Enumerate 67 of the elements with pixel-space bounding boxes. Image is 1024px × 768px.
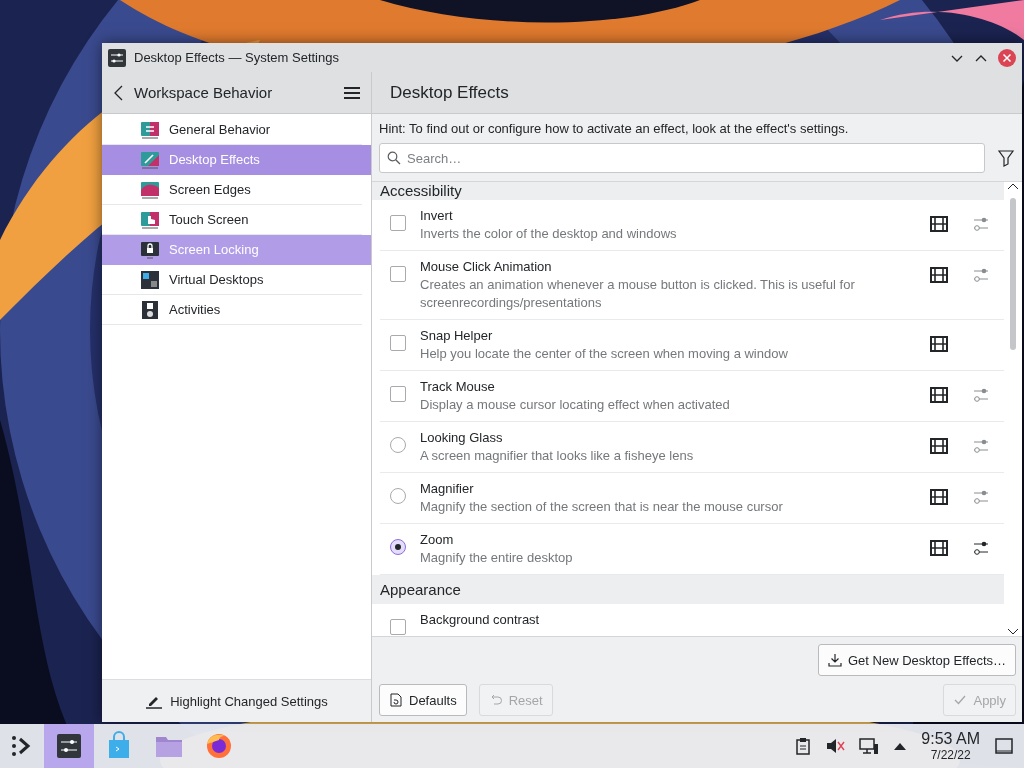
close-button[interactable] [998, 48, 1016, 67]
effect-description: Display a mouse cursor locating effect when activated [420, 396, 731, 414]
video-icon[interactable] [930, 489, 948, 505]
checkbox[interactable] [390, 215, 406, 231]
network-icon[interactable] [859, 737, 880, 755]
sidebar-item[interactable]: Virtual Desktops [102, 265, 362, 295]
effect-name: Looking Glass [420, 429, 504, 447]
menu-button[interactable] [343, 84, 361, 101]
effect-name: Track Mouse [420, 378, 496, 396]
scroll-down-icon[interactable] [1007, 626, 1019, 636]
muted-speaker-icon[interactable] [825, 737, 846, 755]
grid-icon [140, 269, 160, 290]
video-icon[interactable] [930, 336, 948, 352]
checkbox[interactable] [390, 335, 406, 351]
sidebar-title: Workspace Behavior [134, 84, 274, 101]
video-icon[interactable] [930, 267, 948, 283]
section-header: Accessibility [372, 182, 1004, 200]
app-icon [108, 48, 126, 67]
search-icon [387, 151, 401, 165]
document-icon [140, 299, 160, 320]
clipboard-icon[interactable] [795, 737, 812, 755]
download-icon [828, 653, 842, 667]
effect-name: Mouse Click Animation [420, 258, 553, 276]
effect-name: Zoom [420, 531, 455, 549]
effect-name: Magnifier [420, 480, 475, 498]
configure-icon[interactable] [972, 540, 990, 556]
video-icon[interactable] [930, 387, 948, 403]
hint-text: Hint: To find out or configure how to activate an effect, look at the effect's settings. [379, 121, 849, 136]
filter-icon[interactable] [997, 149, 1015, 167]
document-icon [389, 693, 403, 707]
effect-description: Help you locate the center of the screen when moving a window [420, 345, 789, 363]
radio-button[interactable] [390, 539, 406, 555]
sidebar-item[interactable]: Screen Edges [102, 175, 362, 205]
effect-description: A screen magnifier that looks like a fisheye lens [420, 447, 695, 465]
scrollbar-thumb[interactable] [1010, 198, 1016, 350]
effect-name: Invert [420, 207, 454, 225]
effect-name: Snap Helper [420, 327, 494, 345]
scroll-up-icon[interactable] [1007, 182, 1019, 192]
expand-icon[interactable] [893, 741, 908, 751]
page-title: Desktop Effects [390, 82, 509, 103]
defaults-button[interactable]: Defaults [379, 684, 467, 716]
taskbar-app[interactable] [44, 724, 94, 768]
video-icon[interactable] [930, 540, 948, 556]
sliders-icon [140, 119, 160, 140]
get-new-button[interactable]: Get New Desktop Effects… [818, 644, 1016, 676]
video-icon[interactable] [930, 216, 948, 232]
effect-description: Magnify the entire desktop [420, 549, 574, 567]
section-header: Appearance [372, 575, 1004, 604]
checkbox[interactable] [390, 386, 406, 402]
effect-description: Inverts the color of the desktop and windows [420, 225, 678, 243]
radio-button[interactable] [390, 488, 406, 504]
effect-name: Background contrast [420, 611, 541, 629]
lock-icon [140, 239, 160, 260]
checkbox[interactable] [390, 619, 406, 635]
video-icon[interactable] [930, 438, 948, 454]
effect-description: Creates an animation whenever a mouse button is clicked. This is useful for screenrecordings/presentations [420, 276, 856, 312]
search-field[interactable]: Search… [379, 143, 985, 173]
checkbox[interactable] [390, 266, 406, 282]
clock-time[interactable]: 9:53 AM [921, 729, 980, 748]
effect-description: Magnify the section of the screen that is near the mouse cursor [420, 498, 784, 516]
radio-button[interactable] [390, 437, 406, 453]
clock-date[interactable]: 7/22/22 [930, 747, 971, 763]
sidebar-item[interactable]: Activities [102, 295, 362, 325]
screen-icon [140, 179, 160, 200]
window-title: Desktop Effects — System Settings [134, 50, 340, 65]
checkmark-icon [953, 693, 968, 707]
show-desktop-icon[interactable] [994, 736, 1014, 756]
